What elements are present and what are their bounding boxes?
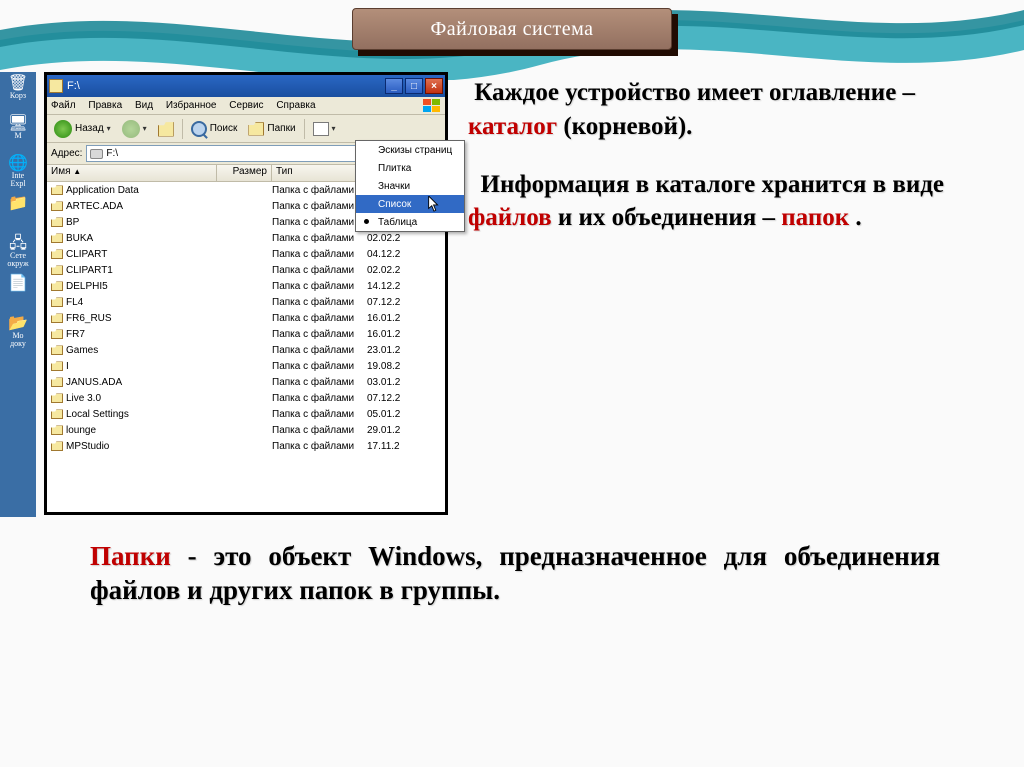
file-row[interactable]: Live 3.0Папка с файлами07.12.2 [47,390,445,406]
toolbar: Назад ▾ ▾ Поиск Папки [47,115,445,143]
chevron-down-icon: ▾ [107,124,111,133]
file-row[interactable]: JANUS.ADAПапка с файлами03.01.2 [47,374,445,390]
folder-icon [51,297,63,307]
column-type[interactable]: Тип [272,165,367,181]
file-row[interactable]: MPStudioПапка с файлами17.11.2 [47,438,445,454]
file-row[interactable]: FR7Папка с файлами16.01.2 [47,326,445,342]
windows-flag-icon [423,99,441,113]
folder-icon [51,185,63,195]
forward-icon [122,120,140,138]
folders-icon [248,122,264,136]
file-row[interactable]: FL4Папка с файлами07.12.2 [47,294,445,310]
close-button[interactable]: × [425,78,443,94]
column-name[interactable]: Имя ▲ [47,165,217,181]
view-menu-thumbnails[interactable]: Эскизы страниц [356,141,464,159]
up-folder-icon [158,121,174,137]
minimize-button[interactable]: _ [385,78,403,94]
window-title: F:\ [67,80,383,92]
menu-view[interactable]: Вид [135,100,153,111]
view-menu-tiles[interactable]: Плитка [356,159,464,177]
paragraph-definition: Папки - это объект Windows, предназначен… [90,540,940,608]
file-row[interactable]: IПапка с файлами19.08.2 [47,358,445,374]
menu-favorites[interactable]: Избранное [166,100,217,111]
menu-bar: Файл Правка Вид Избранное Сервис Справка [47,97,445,115]
paragraph-2: Информация в каталоге хранится в виде фа… [468,168,1008,236]
folder-icon [51,377,63,387]
menu-help[interactable]: Справка [276,100,315,111]
folder-icon [51,281,63,291]
folder-icon [51,217,63,227]
view-menu-icons[interactable]: Значки [356,177,464,195]
slide-title-badge: Файловая система [352,8,672,50]
folder-icon [51,425,63,435]
menu-tools[interactable]: Сервис [229,100,263,111]
maximize-button[interactable]: □ [405,78,423,94]
up-button[interactable] [155,119,177,139]
file-row[interactable]: Local SettingsПапка с файлами05.01.2 [47,406,445,422]
folders-button[interactable]: Папки [245,120,298,138]
menu-edit[interactable]: Правка [88,100,122,111]
folder-icon [51,441,63,451]
window-titlebar[interactable]: F:\ _ □ × [47,75,445,97]
folder-icon [51,249,63,259]
back-button[interactable]: Назад ▾ [51,118,114,140]
column-size[interactable]: Размер [217,165,272,181]
mouse-cursor-icon [428,196,440,212]
folder-icon [51,345,63,355]
address-label: Адрес: [51,148,82,159]
search-icon [191,121,207,137]
folder-icon [51,201,63,211]
address-value: F:\ [106,148,118,159]
explorer-window: F:\ _ □ × Файл Правка Вид Избранное Серв… [44,72,448,515]
folder-icon [51,265,63,275]
folder-icon [51,361,63,371]
disk-icon [90,149,103,159]
file-row[interactable]: GamesПапка с файлами23.01.2 [47,342,445,358]
folder-icon [51,313,63,323]
file-row[interactable]: DELPHI5Папка с файлами14.12.2 [47,278,445,294]
views-button[interactable]: ▾ [310,120,339,138]
file-row[interactable]: loungeПапка с файлами29.01.2 [47,422,445,438]
view-mode-menu: Эскизы страниц Плитка Значки Список Табл… [355,140,465,232]
folder-icon [51,409,63,419]
file-row[interactable]: FR6_RUSПапка с файлами16.01.2 [47,310,445,326]
file-row[interactable]: CLIPART1Папка с файлами02.02.2 [47,262,445,278]
search-button[interactable]: Поиск [188,119,241,139]
folder-icon [51,233,63,243]
views-icon [313,122,329,136]
slide-title: Файловая система [430,18,593,41]
view-menu-list[interactable]: Список [356,195,464,213]
view-menu-table[interactable]: Таблица [356,213,464,231]
folder-icon [51,393,63,403]
forward-button[interactable]: ▾ [119,118,150,140]
file-row[interactable]: BUKAПапка с файлами02.02.2 [47,230,445,246]
folder-icon [49,79,63,93]
back-icon [54,120,72,138]
address-input[interactable]: F:\ ▾ [86,145,376,162]
menu-file[interactable]: Файл [51,100,76,111]
paragraph-1: Каждое устройство имеет оглавление – кат… [468,76,1008,144]
folder-icon [51,329,63,339]
file-row[interactable]: CLIPARTПапка с файлами04.12.2 [47,246,445,262]
